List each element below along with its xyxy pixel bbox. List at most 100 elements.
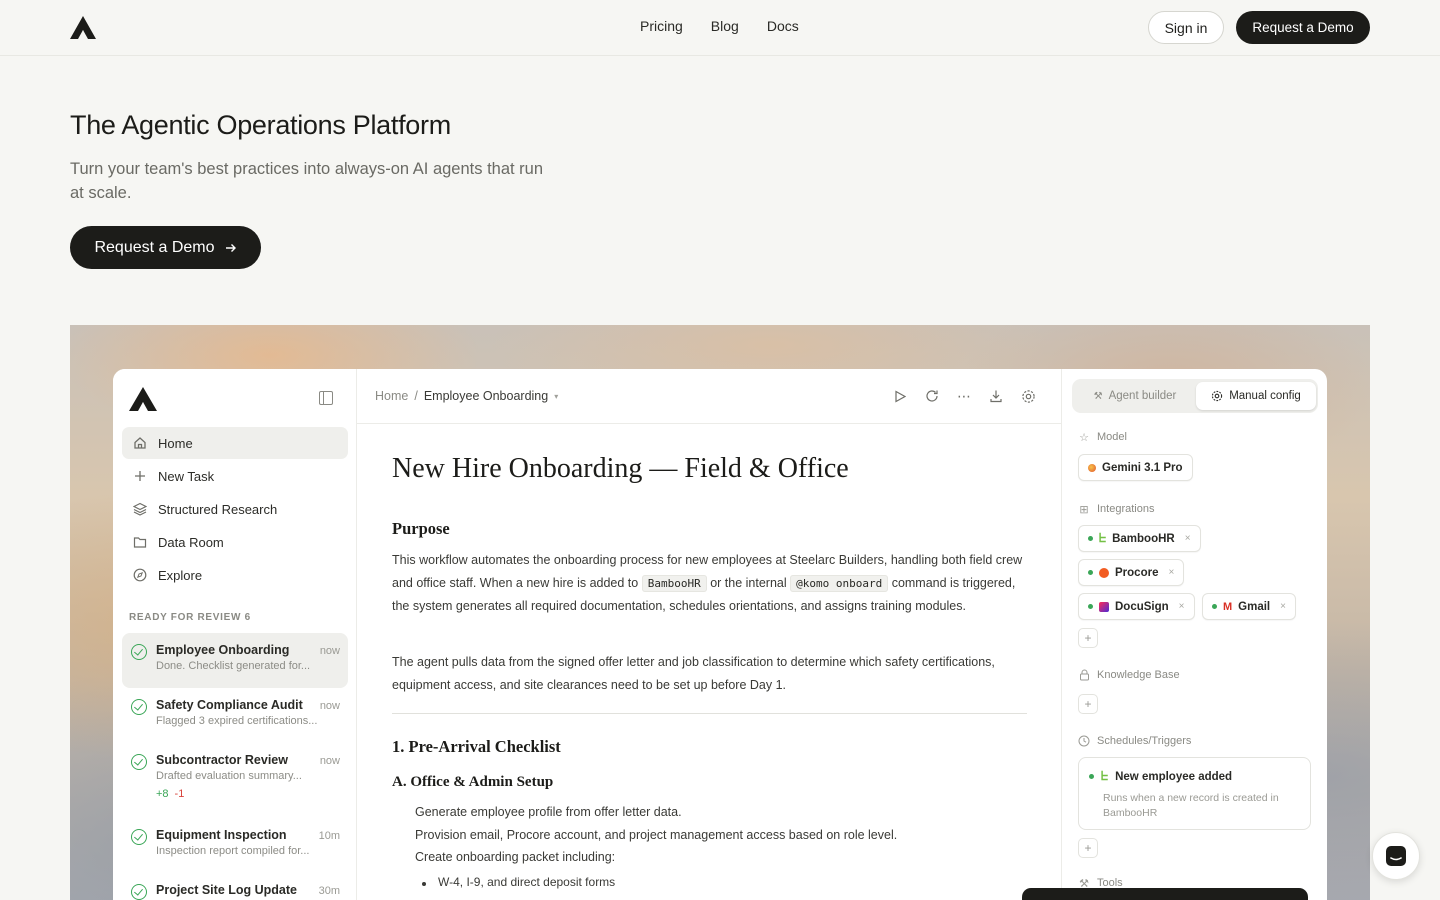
task-item-project-site-log-update[interactable]: Project Site Log Update 30m — [122, 873, 348, 900]
app-logo[interactable] — [129, 387, 157, 411]
arrow-right-icon — [225, 243, 236, 252]
nav-link-blog[interactable]: Blog — [711, 18, 739, 34]
remove-icon[interactable]: × — [1179, 601, 1185, 612]
hero-subtitle: Turn your team's best practices into alw… — [70, 160, 544, 202]
add-trigger-button[interactable]: + — [1078, 838, 1098, 858]
task-item-equipment-inspection[interactable]: Equipment Inspection Inspection report c… — [122, 818, 348, 873]
check-circle-icon — [131, 699, 147, 715]
nav-links: Pricing Blog Docs — [640, 18, 799, 34]
breadcrumb-current[interactable]: Employee Onboarding — [424, 389, 548, 403]
diff-additions: +8 — [156, 788, 169, 800]
wand-icon: ⚒ — [1093, 390, 1103, 402]
sidebar-item-structured-research[interactable]: Structured Research — [122, 493, 348, 525]
task-time: now — [319, 700, 340, 712]
bamboohr-icon: ᖶ — [1101, 769, 1109, 783]
breadcrumb-home[interactable]: Home — [375, 389, 408, 403]
download-icon[interactable] — [987, 387, 1005, 405]
remove-icon[interactable]: × — [1168, 567, 1174, 578]
diff-deletions: -1 — [174, 788, 185, 800]
task-time: now — [319, 645, 340, 657]
task-description: Done. Checklist generated for... — [156, 660, 311, 672]
section-divider — [392, 713, 1027, 714]
grid-icon: ⊞ — [1079, 503, 1089, 516]
task-item-subcontractor-review[interactable]: Subcontractor Review Drafted evaluation … — [122, 743, 348, 817]
task-title: Project Site Log Update — [156, 883, 297, 897]
settings-gear-icon[interactable] — [1019, 387, 1037, 405]
folder-icon — [132, 534, 148, 550]
add-integration-button[interactable]: + — [1078, 628, 1098, 648]
task-title: Subcontractor Review — [156, 753, 288, 767]
task-time: 30m — [318, 885, 340, 897]
refresh-icon[interactable] — [923, 387, 941, 405]
request-demo-button[interactable]: Request a Demo — [1236, 11, 1370, 44]
integration-chip-bamboohr[interactable]: ᖶ BambooHR × — [1078, 525, 1201, 552]
task-title: Equipment Inspection — [156, 828, 287, 842]
status-dot — [1212, 604, 1217, 609]
sidebar-item-data-room[interactable]: Data Room — [122, 526, 348, 558]
sidebar-item-label: Home — [158, 435, 193, 451]
sidebar-item-home[interactable]: Home — [122, 427, 348, 459]
sidebar-collapse-icon[interactable] — [319, 391, 333, 405]
task-description: Inspection report compiled for... — [156, 845, 310, 857]
tab-manual-config[interactable]: Manual config — [1196, 382, 1316, 410]
task-item-employee-onboarding[interactable]: Employee Onboarding Done. Checklist gene… — [122, 633, 348, 688]
section-label-text: Model — [1097, 431, 1127, 443]
sidebar-item-explore[interactable]: Explore — [122, 559, 348, 591]
hero-request-demo-button[interactable]: Request a Demo — [70, 226, 261, 269]
nav-link-pricing[interactable]: Pricing — [640, 18, 683, 34]
chat-icon — [1386, 846, 1406, 866]
integration-chip-docusign[interactable]: DocuSign × — [1078, 593, 1195, 620]
diff-stats: +8 -1 — [156, 788, 340, 800]
section-label-text: Knowledge Base — [1097, 669, 1180, 681]
bullet-dot — [422, 882, 426, 886]
sidebar-item-new-task[interactable]: New Task — [122, 460, 348, 492]
gemini-icon — [1088, 463, 1096, 472]
toolbar-actions: ⋯ — [891, 387, 1037, 405]
play-icon[interactable] — [891, 387, 909, 405]
trigger-card[interactable]: ᖶ New employee added Runs when a new rec… — [1078, 757, 1311, 830]
trigger-description: Runs when a new record is created in Bam… — [1103, 792, 1279, 819]
top-navbar: Pricing Blog Docs Sign in Request a Demo — [0, 0, 1440, 56]
integration-name: DocuSign — [1115, 600, 1169, 613]
chat-launcher-button[interactable] — [1372, 832, 1420, 880]
sign-in-button[interactable]: Sign in — [1148, 11, 1224, 44]
breadcrumb: Home / Employee Onboarding ▾ — [375, 389, 558, 403]
remove-icon[interactable]: × — [1185, 533, 1191, 544]
model-label: ☆ Model — [1078, 431, 1127, 444]
more-icon[interactable]: ⋯ — [955, 387, 973, 405]
purpose-paragraph-2: The agent pulls data from the signed off… — [392, 655, 995, 692]
remove-icon[interactable]: × — [1280, 601, 1286, 612]
document-pane: Home / Employee Onboarding ▾ ⋯ New Hire … — [357, 369, 1061, 900]
brand-logo[interactable] — [70, 16, 96, 39]
add-knowledge-button[interactable]: + — [1078, 694, 1098, 714]
integrations-label: ⊞ Integrations — [1078, 503, 1154, 516]
floating-toast-bar — [1022, 888, 1308, 900]
procore-icon — [1099, 567, 1109, 578]
integration-name: BambooHR — [1112, 532, 1175, 545]
check-circle-icon — [131, 754, 147, 770]
gmail-icon: M — [1223, 600, 1233, 613]
home-icon — [132, 435, 148, 451]
inline-code: @komo onboard — [790, 574, 889, 592]
integration-chip-procore[interactable]: Procore × — [1078, 559, 1185, 586]
task-title: Employee Onboarding — [156, 643, 290, 657]
sidebar-item-label: New Task — [158, 468, 215, 484]
checklist-line: Provision email, Procore account, and pr… — [415, 828, 898, 842]
office-admin-heading: A. Office & Admin Setup — [392, 774, 554, 790]
caret-down-icon[interactable]: ▾ — [554, 392, 558, 401]
compass-icon — [132, 567, 148, 583]
status-dot — [1088, 570, 1093, 575]
check-circle-icon — [131, 644, 147, 660]
gear-icon — [1212, 390, 1223, 402]
sidebar: Home New Task Structured Research Data R… — [113, 369, 357, 900]
nav-link-docs[interactable]: Docs — [767, 18, 799, 34]
hero-title: The Agentic Operations Platform — [70, 110, 451, 140]
task-item-safety-compliance-audit[interactable]: Safety Compliance Audit Flagged 3 expire… — [122, 688, 348, 743]
document-body: New Hire Onboarding — Field & Office Pur… — [392, 453, 1032, 889]
integration-chip-gmail[interactable]: M Gmail × — [1202, 593, 1296, 620]
sidebar-item-label: Data Room — [158, 534, 224, 550]
integration-name: Procore — [1115, 566, 1159, 579]
model-chip[interactable]: Gemini 3.1 Pro — [1078, 454, 1193, 481]
trigger-title: ᖶ New employee added — [1089, 769, 1232, 784]
tab-agent-builder[interactable]: ⚒ Agent builder — [1076, 383, 1194, 409]
